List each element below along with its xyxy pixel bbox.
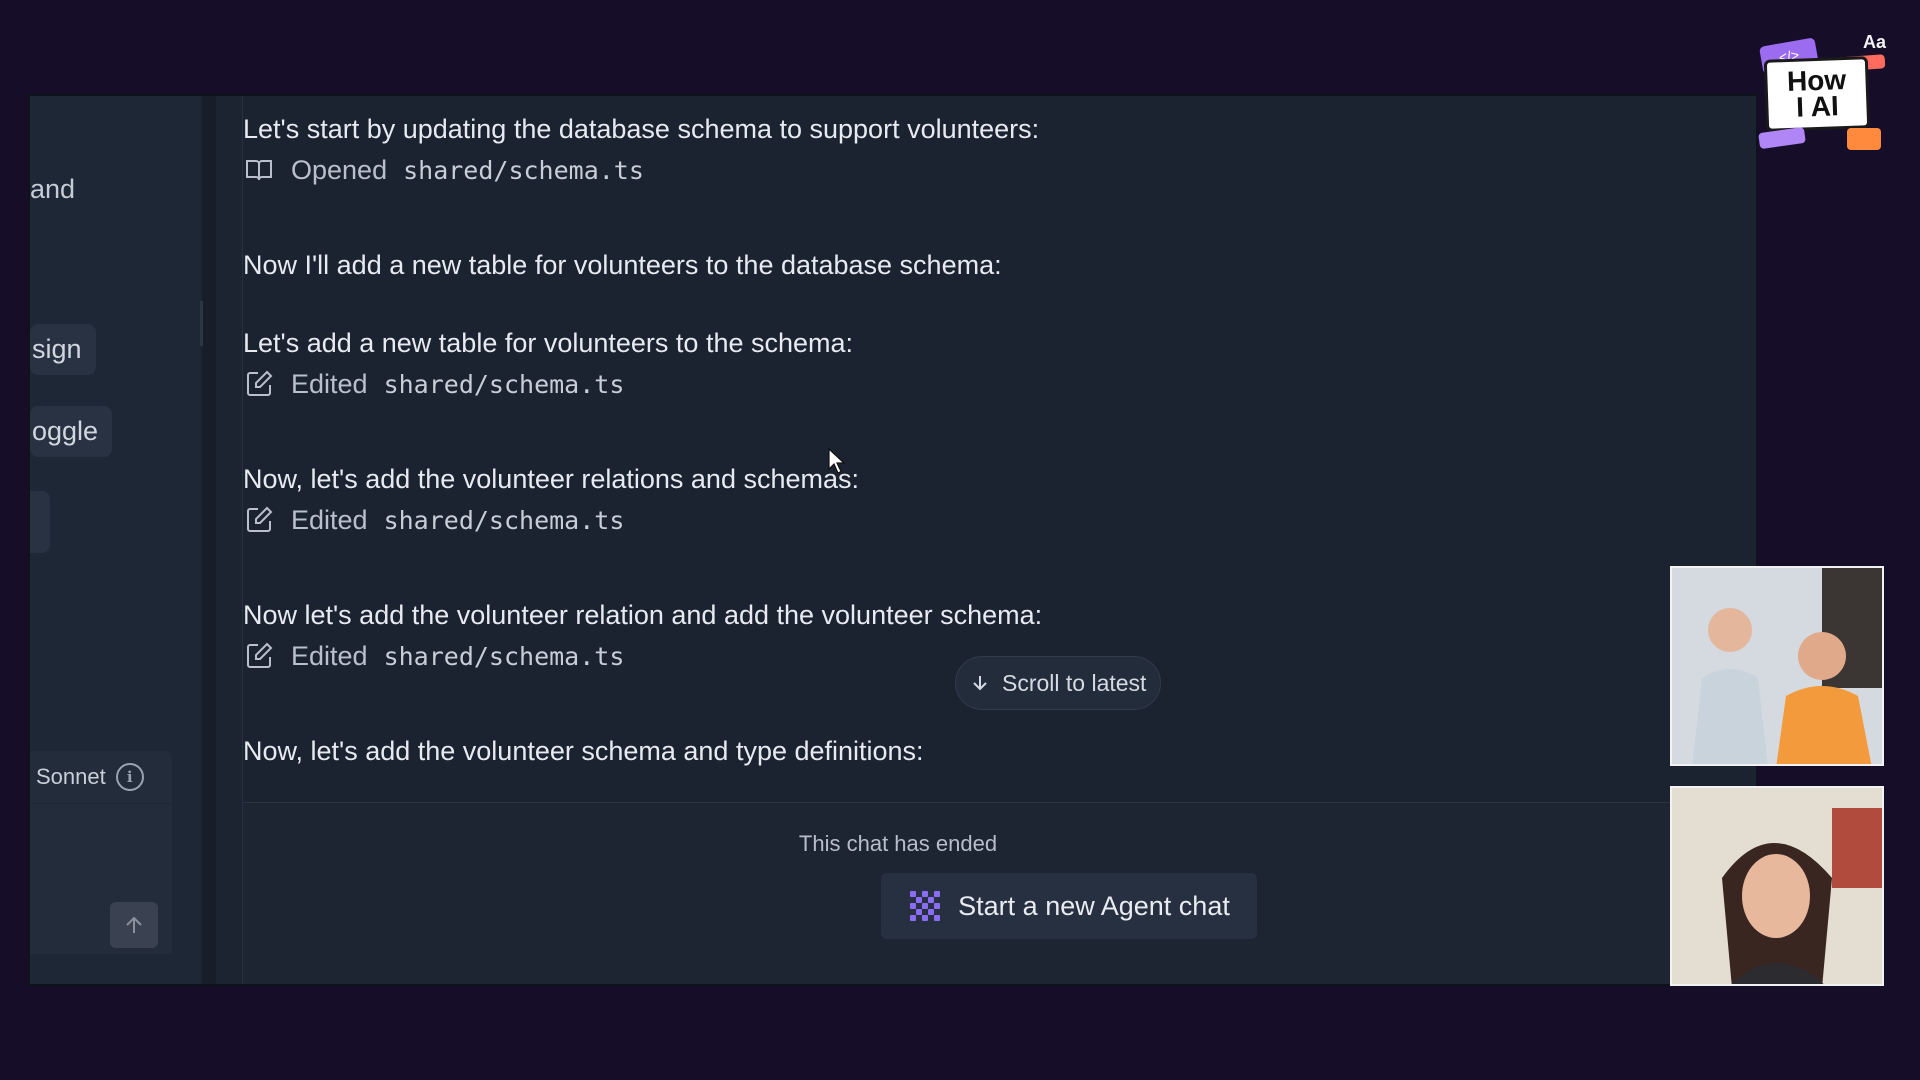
sidebar-text-fragment: and	[30, 174, 76, 204]
video-tile-guests	[1670, 566, 1884, 766]
chat-message: Now, let's add the volunteer relations a…	[243, 464, 860, 494]
chat-message: Now, let's add the volunteer schema and …	[243, 736, 924, 766]
action-verb: Opened	[291, 154, 388, 185]
chat-panel: Let's start by updating the database sch…	[242, 96, 1756, 984]
bar-chart-icon	[1847, 128, 1881, 150]
logo-line-2: I AI	[1795, 90, 1840, 123]
participants-video-icon	[1672, 568, 1882, 764]
file-action-row-cut	[263, 790, 563, 802]
model-selector[interactable]: Sonnet i	[30, 751, 172, 803]
file-action-row[interactable]: Opened shared/schema.ts	[243, 154, 644, 186]
chat-message: Let's add a new table for volunteers to …	[243, 328, 854, 358]
app-window: and sign oggle Sonnet i Let's start by u…	[28, 94, 1758, 986]
info-icon[interactable]: i	[115, 763, 144, 791]
action-file: shared/schema.ts	[383, 641, 625, 671]
sidebar-chip-toggle[interactable]: oggle	[30, 406, 113, 457]
chat-ended-notice: This chat has ended	[798, 831, 998, 856]
chat-message: Now I'll add a new table for volunteers …	[243, 250, 1002, 280]
new-chat-button-label: Start a new Agent chat	[958, 890, 1230, 921]
arrow-up-icon	[126, 916, 142, 933]
sidebar-chip-label: sign	[32, 334, 82, 364]
file-action-row[interactable]: Edited shared/schema.ts	[243, 368, 624, 400]
action-file: shared/schema.ts	[403, 155, 644, 185]
start-new-agent-chat-button[interactable]: Start a new Agent chat	[881, 873, 1257, 939]
action-verb: Edited	[291, 368, 368, 399]
how-i-ai-logo: </> Aa How I AI	[1755, 30, 1895, 160]
video-tile-host	[1670, 786, 1884, 986]
agent-icon	[910, 891, 941, 921]
edit-icon	[247, 370, 273, 396]
action-file: shared/schema.ts	[383, 369, 625, 399]
send-button[interactable]	[110, 902, 158, 948]
action-verb: Edited	[291, 640, 368, 671]
scroll-to-latest-button[interactable]: Scroll to latest	[955, 656, 1162, 710]
sidebar-chip-sign[interactable]: sign	[30, 324, 96, 375]
logo-card: How I AI	[1763, 56, 1871, 132]
sidebar: and sign oggle Sonnet i	[30, 96, 200, 984]
arrow-down-icon	[973, 676, 987, 691]
model-label: Sonnet	[36, 764, 106, 789]
resize-handle[interactable]	[200, 301, 203, 346]
chat-message: Now let's add the volunteer relation and…	[243, 600, 1043, 630]
edit-icon	[247, 642, 273, 668]
chat-message: Let's start by updating the database sch…	[243, 114, 1040, 144]
edit-icon	[247, 506, 273, 532]
panel-divider	[202, 96, 216, 984]
screen: and sign oggle Sonnet i Let's start by u…	[0, 0, 1920, 1080]
host-video-icon	[1672, 788, 1882, 984]
audio-wave-icon	[1758, 126, 1806, 150]
action-verb: Edited	[291, 504, 368, 535]
sidebar-chip-label: oggle	[32, 416, 99, 446]
file-action-row[interactable]: Edited shared/schema.ts	[243, 640, 624, 672]
scroll-button-label: Scroll to latest	[1002, 669, 1147, 696]
book-icon	[246, 160, 272, 181]
sidebar-chip-partial[interactable]	[30, 491, 50, 553]
file-action-row[interactable]: Edited shared/schema.ts	[243, 504, 624, 536]
mouse-cursor-icon	[828, 448, 846, 474]
logo-corner-text: Aa	[1863, 32, 1887, 52]
prompt-input[interactable]	[30, 804, 172, 954]
action-file: shared/schema.ts	[383, 505, 625, 535]
chat-footer: This chat has ended Start a new Agent ch…	[243, 802, 1756, 984]
